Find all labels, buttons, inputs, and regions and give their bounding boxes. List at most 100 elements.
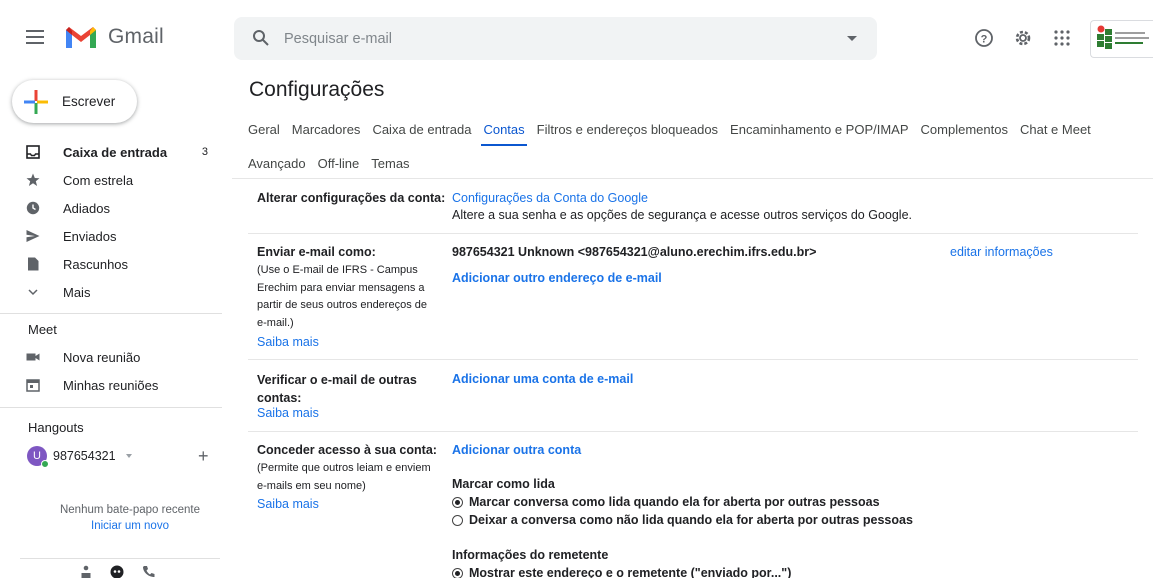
- start-new-chat-link[interactable]: Iniciar um novo: [40, 520, 220, 532]
- grant-access-note: (Permite que outros leiam e enviem e-mai…: [257, 462, 431, 492]
- grant-access-learn-more-link[interactable]: Saiba mais: [257, 497, 319, 511]
- new-meeting-item[interactable]: Nova reunião: [0, 343, 222, 371]
- google-account-settings-link[interactable]: Configurações da Conta do Google: [452, 191, 648, 205]
- settings-tabs-row-1: Geral Marcadores Caixa de entrada Contas…: [242, 120, 1097, 146]
- grant-access-label: Conceder acesso à sua conta:: [257, 443, 437, 457]
- my-meetings-item[interactable]: Minhas reuniões: [0, 371, 222, 399]
- tab-addons[interactable]: Complementos: [915, 120, 1014, 146]
- tab-inbox[interactable]: Caixa de entrada: [366, 120, 477, 146]
- hamburger-menu-icon: [26, 30, 44, 44]
- avatar-letter: U: [33, 450, 41, 462]
- sidebar-item-inbox[interactable]: Caixa de entrada 3: [0, 138, 222, 166]
- sidebar-divider: [20, 558, 220, 559]
- send-icon: [26, 230, 40, 242]
- app-name: Gmail: [108, 25, 164, 48]
- search-icon[interactable]: [252, 29, 270, 47]
- calendar-icon: [26, 379, 40, 392]
- hangouts-username: 987654321: [53, 449, 116, 463]
- add-other-account-link[interactable]: Adicionar outra conta: [452, 443, 581, 457]
- top-header: Gmail ?: [0, 0, 1153, 74]
- institution-logo-icon: [1097, 25, 1149, 49]
- check-mail-label: Verificar o e-mail de outras contas:: [257, 373, 417, 405]
- add-chat-plus-icon[interactable]: +: [198, 447, 209, 465]
- sidebar-item-label: Adiados: [63, 200, 110, 216]
- sidebar-divider: [0, 407, 222, 408]
- check-mail-learn-more-link[interactable]: Saiba mais: [257, 406, 319, 420]
- tab-chat-meet[interactable]: Chat e Meet: [1014, 120, 1097, 146]
- chevron-down-icon: [28, 289, 38, 296]
- meet-nav: Nova reunião Minhas reuniões: [0, 343, 222, 399]
- settings-button[interactable]: [1011, 26, 1035, 50]
- send-as-address: 987654321 Unknown <987654321@aluno.erech…: [452, 245, 817, 259]
- hangouts-chat-icon[interactable]: [110, 565, 124, 578]
- mark-read-option-2[interactable]: Deixar a conversa como não lida quando e…: [452, 513, 913, 527]
- search-bar: [234, 17, 877, 60]
- section-divider: [248, 359, 1138, 360]
- draft-icon: [28, 257, 39, 271]
- tab-general[interactable]: Geral: [242, 120, 286, 146]
- mark-read-option-1[interactable]: Marcar conversa como lida quando ela for…: [452, 495, 880, 509]
- help-button[interactable]: ?: [972, 26, 996, 50]
- tab-labels[interactable]: Marcadores: [286, 120, 367, 146]
- video-camera-icon: [26, 353, 40, 361]
- radio-button[interactable]: [452, 514, 463, 526]
- add-email-address-link[interactable]: Adicionar outro endereço de e-mail: [452, 271, 662, 285]
- tab-filters[interactable]: Filtros e endereços bloqueados: [531, 120, 724, 146]
- settings-tabs-row-2: Avançado Off-line Temas: [242, 154, 416, 180]
- compose-label: Escrever: [62, 94, 116, 109]
- sidebar-item-label: Rascunhos: [63, 256, 129, 272]
- tab-accounts[interactable]: Contas: [477, 120, 530, 146]
- radio-button-checked[interactable]: [452, 567, 463, 578]
- mark-as-read-title: Marcar como lida: [452, 477, 555, 491]
- send-as-learn-more-link[interactable]: Saiba mais: [257, 335, 319, 349]
- phone-icon[interactable]: [142, 565, 155, 578]
- tab-offline[interactable]: Off-line: [312, 154, 366, 180]
- meet-section-title: Meet: [28, 322, 57, 337]
- send-as-note: (Use o E-mail de IFRS - Campus Erechim p…: [257, 264, 427, 329]
- sidebar-item-snoozed[interactable]: Adiados: [0, 194, 222, 222]
- sidebar-item-label: Caixa de entrada: [63, 144, 168, 160]
- person-icon[interactable]: [80, 565, 92, 578]
- search-options-caret-icon[interactable]: [847, 36, 857, 41]
- gmail-m-icon: [66, 27, 96, 48]
- gmail-logo[interactable]: Gmail: [64, 24, 164, 50]
- main-menu-button[interactable]: [20, 22, 50, 52]
- radio-label: Mostrar este endereço e o remetente ("en…: [469, 566, 792, 578]
- change-account-description: Altere a sua senha e as opções de segura…: [452, 208, 913, 222]
- svg-text:?: ?: [981, 34, 988, 46]
- tab-themes[interactable]: Temas: [365, 154, 415, 180]
- sidebar-item-label: Enviados: [63, 228, 117, 244]
- add-mail-account-link[interactable]: Adicionar uma conta de e-mail: [452, 372, 633, 386]
- change-account-label: Alterar configurações da conta:: [257, 191, 446, 205]
- edit-info-link[interactable]: editar informações: [950, 245, 1053, 259]
- avatar: U: [27, 446, 49, 468]
- gear-icon: [1015, 30, 1031, 46]
- sidebar-item-more[interactable]: Mais: [0, 278, 222, 306]
- hangouts-section-title: Hangouts: [28, 420, 84, 435]
- search-input[interactable]: [284, 17, 824, 60]
- apps-button[interactable]: [1050, 26, 1074, 50]
- radio-label: Deixar a conversa como não lida quando e…: [469, 513, 913, 527]
- sidebar-item-sent[interactable]: Enviados: [0, 222, 222, 250]
- new-meeting-label: Nova reunião: [63, 349, 141, 365]
- section-divider: [248, 233, 1138, 234]
- sidebar-item-drafts[interactable]: Rascunhos: [0, 250, 222, 278]
- sidebar-item-label: Mais: [63, 284, 91, 300]
- star-icon: [26, 173, 40, 186]
- hangouts-user-selector[interactable]: U 987654321: [27, 444, 227, 468]
- page-title: Configurações: [249, 78, 385, 101]
- unread-count-badge: 3: [201, 146, 208, 158]
- plus-color-icon: [24, 89, 48, 114]
- sidebar-nav: Caixa de entrada 3 Com estrela Adiados E…: [0, 138, 222, 306]
- sidebar-item-starred[interactable]: Com estrela: [0, 166, 222, 194]
- radio-label: Marcar conversa como lida quando ela for…: [469, 495, 880, 509]
- sender-info-option-1[interactable]: Mostrar este endereço e o remetente ("en…: [452, 566, 791, 578]
- organization-logo[interactable]: [1090, 20, 1153, 58]
- tab-forwarding[interactable]: Encaminhamento e POP/IMAP: [724, 120, 914, 146]
- caret-down-icon: [125, 454, 132, 458]
- radio-button-checked[interactable]: [452, 496, 463, 508]
- compose-button[interactable]: Escrever: [12, 80, 137, 123]
- section-divider: [248, 431, 1138, 432]
- tab-advanced[interactable]: Avançado: [242, 154, 312, 180]
- apps-grid-icon: [1054, 30, 1070, 46]
